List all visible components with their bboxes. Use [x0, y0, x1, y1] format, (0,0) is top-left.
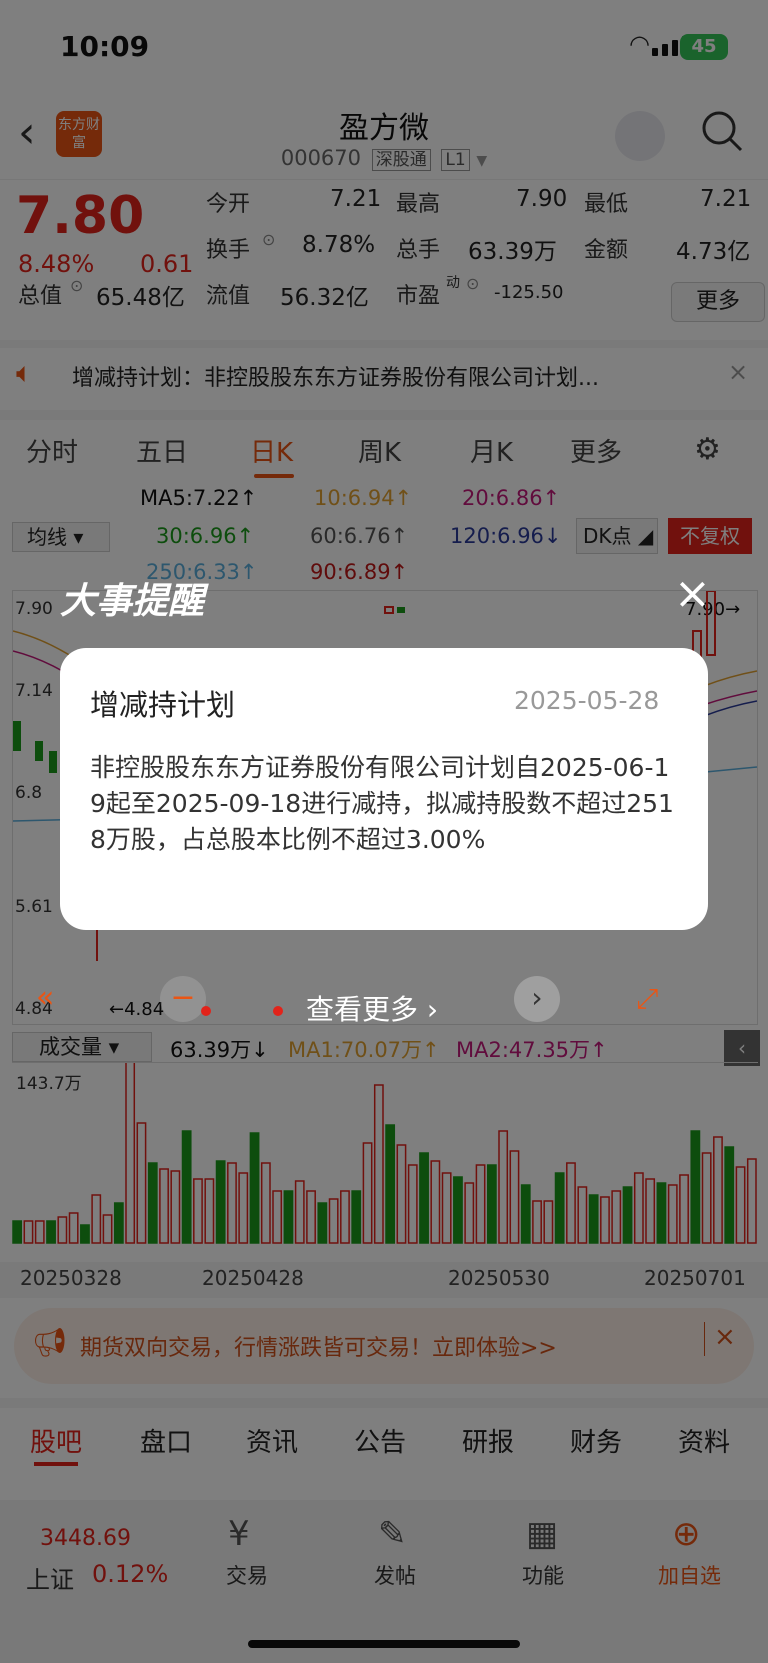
- close-icon[interactable]: ×: [674, 572, 711, 616]
- chevron-right-icon[interactable]: ›: [514, 976, 560, 1022]
- dialog-title: 增减持计划: [90, 688, 236, 722]
- fullscreen-icon[interactable]: ⤢: [636, 982, 658, 1016]
- event-dialog: 增减持计划 2025-05-28 非控股股东东方证券股份有限公司计划自2025-…: [60, 648, 708, 930]
- event-banner-title: 大事提醒: [60, 581, 205, 622]
- dialog-body: 非控股股东东方证券股份有限公司计划自2025-06-19起至2025-09-18…: [90, 753, 674, 854]
- zoom-out-icon[interactable]: −: [160, 976, 206, 1022]
- view-more-link[interactable]: 查看更多 ›: [306, 988, 438, 1028]
- event-dot: [201, 1006, 211, 1016]
- rewind-icon[interactable]: «: [36, 980, 54, 1015]
- view-more-label: 查看更多: [306, 993, 419, 1026]
- event-dot: [273, 1006, 283, 1016]
- dialog-date: 2025-05-28: [514, 686, 660, 715]
